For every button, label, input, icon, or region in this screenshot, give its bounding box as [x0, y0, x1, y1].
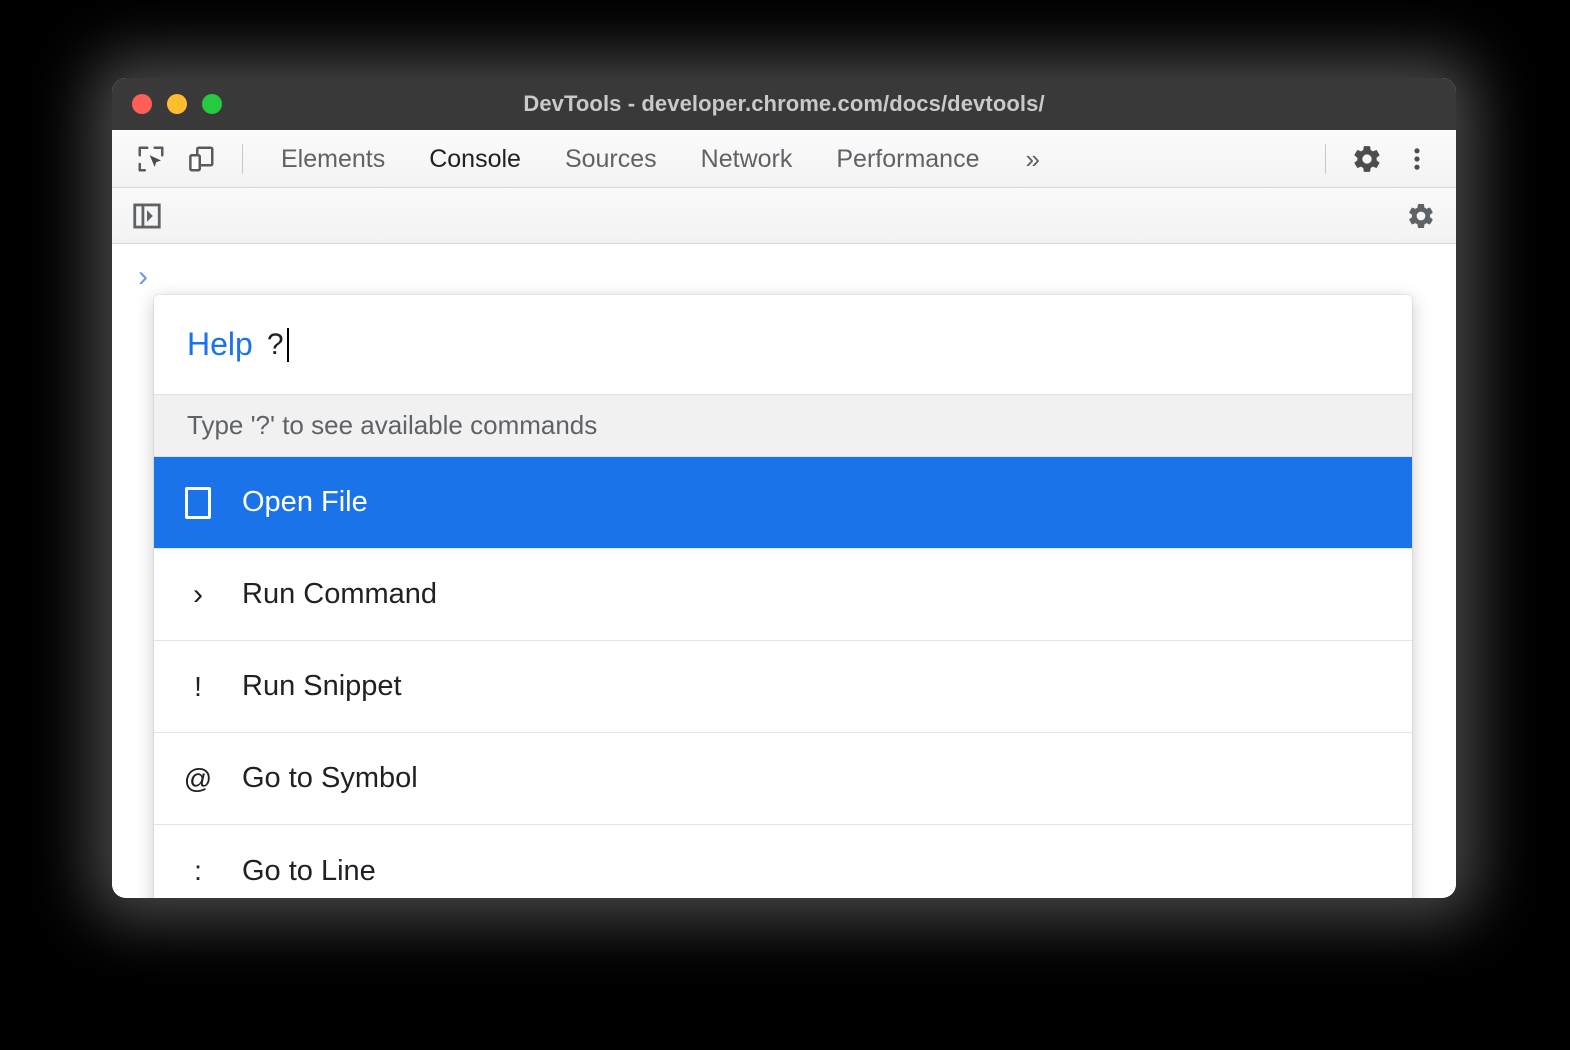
at-sign-icon: @ — [154, 763, 242, 795]
devtools-window: DevTools - developer.chrome.com/docs/dev… — [112, 78, 1456, 898]
command-menu-input-row[interactable]: Help ? — [154, 295, 1412, 395]
console-prompt-row[interactable]: › — [112, 244, 1456, 292]
show-console-sidebar-icon[interactable] — [126, 196, 168, 236]
colon-icon: : — [154, 855, 242, 887]
screenshot-root: DevTools - developer.chrome.com/docs/dev… — [0, 0, 1570, 1050]
command-menu-input[interactable]: ? — [267, 328, 284, 362]
chevron-right-icon: › — [154, 580, 242, 610]
toolbar-divider-right — [1325, 144, 1326, 174]
inspect-element-icon[interactable] — [126, 136, 176, 182]
command-menu-dialog: Help ? Type '?' to see available command… — [154, 295, 1412, 898]
command-menu-item-label: Run Command — [242, 578, 437, 611]
command-menu-item-label: Run Snippet — [242, 670, 402, 703]
tab-elements[interactable]: Elements — [259, 131, 407, 187]
command-menu-item-label: Open File — [242, 486, 368, 519]
settings-gear-icon[interactable] — [1342, 136, 1392, 182]
close-button[interactable] — [132, 94, 152, 114]
more-options-icon[interactable] — [1392, 136, 1442, 182]
device-toolbar-icon[interactable] — [176, 136, 226, 182]
command-menu-item-open-file[interactable]: Open File — [154, 457, 1412, 549]
command-menu-hint-text: Type '?' to see available commands — [187, 410, 597, 441]
file-icon — [154, 487, 242, 519]
window-title: DevTools - developer.chrome.com/docs/dev… — [112, 91, 1456, 117]
tab-sources[interactable]: Sources — [543, 131, 679, 187]
traffic-light-group — [132, 78, 222, 130]
console-settings-gear-icon[interactable] — [1400, 196, 1442, 236]
zoom-button[interactable] — [202, 94, 222, 114]
tab-performance[interactable]: Performance — [814, 131, 1001, 187]
console-toolbar — [112, 188, 1456, 244]
command-menu-hint-row: Type '?' to see available commands — [154, 395, 1412, 457]
text-cursor — [287, 328, 289, 362]
toolbar-right-group — [1309, 136, 1456, 182]
devtools-main-toolbar: Elements Console Sources Network Perform… — [112, 130, 1456, 188]
command-menu-item-label: Go to Line — [242, 855, 376, 888]
command-menu-item-label: Go to Symbol — [242, 762, 418, 795]
window-titlebar: DevTools - developer.chrome.com/docs/dev… — [112, 78, 1456, 130]
tab-console[interactable]: Console — [407, 131, 543, 187]
console-panel: › Help ? Type '?' to see available comma… — [112, 188, 1456, 898]
command-menu-item-run-command[interactable]: › Run Command — [154, 549, 1412, 641]
command-menu-item-run-snippet[interactable]: ! Run Snippet — [154, 641, 1412, 733]
console-prompt-caret-icon: › — [138, 262, 148, 292]
command-menu-prefix-chip: Help — [187, 326, 253, 363]
minimize-button[interactable] — [167, 94, 187, 114]
more-tabs-chevron-icon[interactable]: » — [1001, 131, 1063, 187]
tab-network[interactable]: Network — [679, 131, 815, 187]
toolbar-divider — [242, 144, 243, 174]
command-menu-item-go-to-symbol[interactable]: @ Go to Symbol — [154, 733, 1412, 825]
exclamation-icon: ! — [154, 671, 242, 703]
command-menu-item-go-to-line[interactable]: : Go to Line — [154, 825, 1412, 898]
